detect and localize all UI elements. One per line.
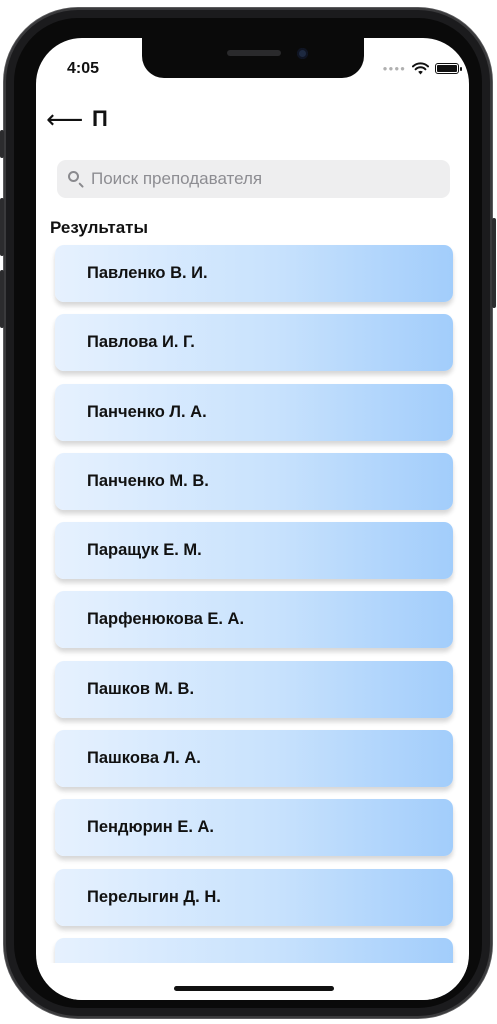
teacher-card[interactable]: Пашкова Л. А. (55, 730, 453, 788)
results-list: Павленко В. И. Павлова И. Г. Панченко Л.… (55, 245, 453, 1000)
search-input[interactable] (91, 169, 411, 189)
teacher-card[interactable]: Павленко В. И. (55, 245, 453, 302)
search-bar[interactable] (57, 160, 450, 198)
status-indicators: ●●●● (382, 62, 462, 75)
teacher-name: Панченко М. В. (87, 471, 209, 490)
page-title: П (92, 106, 108, 131)
volume-up-button (0, 198, 4, 256)
results-heading: Результаты (50, 218, 149, 237)
device-frame: 4:05 ●●●● ⟵ П Результаты Павленко В. И. (0, 8, 496, 1018)
teacher-name: Пашкова Л. А. (87, 749, 201, 768)
teacher-name: Панченко Л. А. (87, 402, 207, 421)
teacher-card[interactable]: Паращук Е. М. (55, 522, 453, 580)
signal-icon: ●●●● (382, 64, 406, 73)
teacher-name: Павленко В. И. (87, 264, 208, 282)
teacher-name: Парфенюкова Е. А. (87, 610, 245, 629)
home-indicator[interactable] (174, 986, 334, 991)
silent-switch (0, 130, 4, 158)
teacher-card[interactable]: Пендюрин Е. А. (55, 799, 453, 857)
teacher-card[interactable]: Перелыгин Д. Н. (55, 868, 453, 926)
bottom-safe-area (36, 963, 469, 1000)
status-time: 4:05 (67, 60, 100, 77)
speaker-grille (227, 50, 281, 56)
notch (142, 38, 364, 78)
arrow-left-icon[interactable]: ⟵ (46, 106, 83, 132)
navigation-bar: ⟵ П (46, 104, 108, 134)
volume-down-button (0, 270, 4, 328)
teacher-name: Павлова И. Г. (87, 333, 195, 352)
teacher-name: Пашков М. В. (87, 679, 195, 698)
front-camera-icon (297, 48, 308, 59)
app-screen: 4:05 ●●●● ⟵ П Результаты Павленко В. И. (36, 38, 469, 1000)
teacher-card[interactable]: Павлова И. Г. (55, 314, 453, 372)
power-button (492, 218, 496, 308)
teacher-name: Пендюрин Е. А. (87, 818, 215, 837)
teacher-card[interactable]: Панченко М. В. (55, 452, 453, 510)
battery-icon (435, 63, 462, 74)
teacher-card[interactable]: Панченко Л. А. (55, 383, 453, 441)
teacher-card[interactable]: Парфенюкова Е. А. (55, 591, 453, 649)
teacher-name: Перелыгин Д. Н. (87, 887, 221, 906)
teacher-card[interactable]: Пашков М. В. (55, 660, 453, 718)
wifi-icon (412, 62, 429, 75)
teacher-name: Паращук Е. М. (87, 541, 202, 560)
search-icon (67, 170, 85, 188)
